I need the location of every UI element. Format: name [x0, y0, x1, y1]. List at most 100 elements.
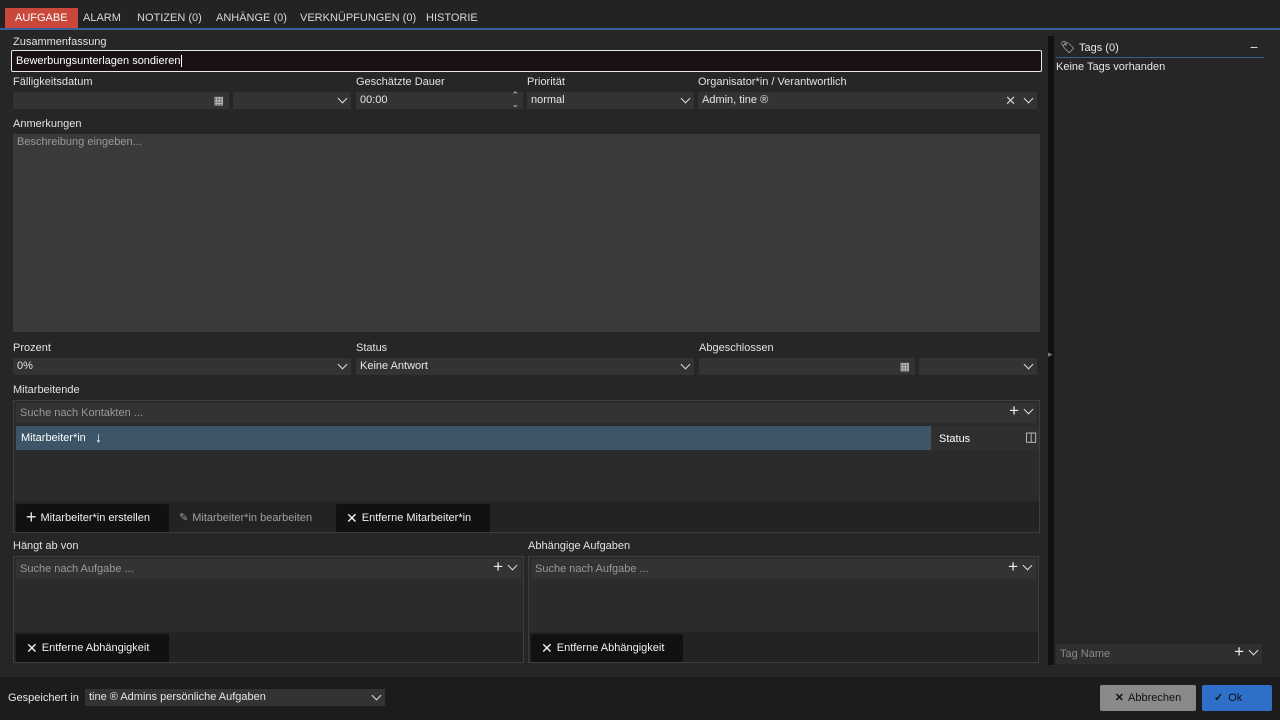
completed-time-select[interactable] [919, 358, 1037, 375]
column-header-name[interactable]: Mitarbeiter*in ↓ [16, 426, 931, 450]
close-icon: ✕ [541, 640, 553, 657]
chevron-down-icon[interactable] [1023, 404, 1034, 415]
priority-value: normal [531, 94, 565, 106]
edit-staff-label: Mitarbeiter*in bearbeiten [192, 512, 313, 524]
chevron-down-icon[interactable] [1023, 93, 1034, 104]
due-time-select[interactable] [233, 92, 351, 109]
due-date-label: Fälligkeitsdatum [13, 76, 93, 88]
saved-in-label: Gespeichert in [8, 692, 79, 704]
dependents-search-input[interactable]: Suche nach Aufgabe ... + [531, 557, 1036, 579]
status-label: Status [356, 342, 388, 354]
tab-aufgabe[interactable]: AUFGABE [5, 8, 78, 28]
organizer-value: Admin, tine ® [702, 94, 769, 106]
notes-textarea[interactable]: Beschreibung eingeben... [13, 134, 1040, 332]
cancel-label: Abbrechen [1128, 692, 1182, 704]
calendar-icon[interactable]: ▦ [900, 360, 910, 375]
remove-dependent-button[interactable]: ✕ Entferne Abhängigkeit [531, 634, 683, 662]
column-header-status[interactable]: Status [933, 426, 1021, 450]
notes-placeholder: Beschreibung eingeben... [17, 136, 142, 148]
remove-dependency-button[interactable]: ✕ Entferne Abhängigkeit [16, 634, 169, 662]
due-date-input[interactable]: ▦ [13, 92, 229, 109]
priority-select[interactable]: normal [527, 92, 694, 109]
dependents-label: Abhängige Aufgaben [528, 540, 631, 552]
percent-select[interactable]: 0% [13, 358, 351, 375]
footer-bar: Gespeichert in tine ® Admins persönliche… [0, 677, 1280, 720]
organizer-select[interactable]: Admin, tine ® ✕ [698, 92, 1037, 109]
add-icon[interactable]: + [1008, 557, 1018, 577]
depends-label: Hängt ab von [13, 540, 79, 552]
column-status-label: Status [939, 433, 971, 445]
summary-input[interactable]: Bewerbungsunterlagen sondieren [11, 50, 1042, 72]
dependents-search-placeholder: Suche nach Aufgabe ... [535, 563, 649, 575]
sort-down-icon[interactable]: ↓ [95, 429, 102, 445]
staff-search-input[interactable]: Suche nach Kontakten ... + [16, 401, 1037, 423]
chevron-down-icon [337, 359, 348, 370]
edit-icon: ✎ [179, 512, 189, 524]
spinner-icon[interactable]: ⌃ ⌄ [511, 91, 519, 109]
percent-value: 0% [17, 360, 33, 372]
create-staff-label: Mitarbeiter*in erstellen [40, 512, 150, 524]
panel-splitter[interactable]: ▸ [1048, 36, 1054, 665]
tab-anhaenge[interactable]: ANHÄNGE (0) [206, 8, 297, 28]
tag-icon: 🏷 [1060, 40, 1076, 54]
tab-verknuepfungen[interactable]: VERKNÜPFUNGEN (0) [290, 8, 426, 28]
priority-label: Priorität [527, 76, 565, 88]
tab-notizen[interactable]: NOTIZEN (0) [127, 8, 212, 28]
add-icon[interactable]: + [1234, 642, 1244, 662]
tag-name-input[interactable]: Tag Name + [1056, 642, 1262, 664]
tags-title: Tags (0) [1079, 42, 1119, 54]
ok-button[interactable]: ✓ Ok [1202, 685, 1272, 711]
create-staff-button[interactable]: + Mitarbeiter*in erstellen [16, 504, 169, 532]
tags-panel: 🏷 Tags (0) − Keine Tags vorhanden Tag Na… [1056, 36, 1266, 665]
duration-value: 00:00 [360, 94, 388, 106]
remove-staff-label: Entferne Mitarbeiter*in [361, 512, 472, 524]
chevron-down-icon[interactable] [507, 560, 518, 571]
add-icon[interactable]: + [493, 557, 503, 577]
tab-historie[interactable]: HISTORIE [416, 8, 488, 28]
close-icon: ✕ [26, 640, 38, 657]
organizer-label: Organisator*in / Verantwortlich [698, 76, 847, 88]
chevron-down-icon[interactable] [1022, 560, 1033, 571]
add-icon[interactable]: + [1009, 401, 1019, 421]
calendar-icon[interactable]: ▦ [214, 94, 224, 109]
duration-label: Geschätzte Dauer [356, 76, 445, 88]
staff-label: Mitarbeitende [13, 384, 80, 396]
summary-label: Zusammenfassung [13, 36, 107, 48]
status-select[interactable]: Keine Antwort [356, 358, 694, 375]
depends-search-input[interactable]: Suche nach Aufgabe ... + [16, 557, 521, 579]
collapse-arrow-icon[interactable]: ▸ [1048, 349, 1053, 360]
chevron-down-icon [371, 690, 382, 701]
completed-label: Abgeschlossen [699, 342, 774, 354]
close-icon: ✕ [346, 510, 358, 527]
depends-search-placeholder: Suche nach Aufgabe ... [20, 563, 134, 575]
tab-alarm[interactable]: ALARM [73, 8, 131, 28]
percent-label: Prozent [13, 342, 51, 354]
saved-in-value: tine ® Admins persönliche Aufgaben [89, 691, 266, 703]
cancel-button[interactable]: ✕ Abbrechen [1100, 685, 1196, 711]
remove-staff-button[interactable]: ✕ Entferne Mitarbeiter*in [336, 504, 490, 532]
staff-search-placeholder: Suche nach Kontakten ... [20, 407, 143, 419]
plus-icon: + [26, 507, 37, 528]
chevron-down-icon [1023, 359, 1034, 370]
chevron-down-icon [337, 93, 348, 104]
tab-bar: AUFGABE ALARM NOTIZEN (0) ANHÄNGE (0) VE… [0, 0, 1280, 30]
clear-icon[interactable]: ✕ [1005, 93, 1016, 108]
tags-empty-text: Keine Tags vorhanden [1056, 61, 1166, 73]
collapse-icon[interactable]: − [1250, 39, 1258, 55]
saved-in-select[interactable]: tine ® Admins persönliche Aufgaben [85, 689, 385, 706]
chevron-down-icon[interactable] [1248, 645, 1259, 656]
column-name-label: Mitarbeiter*in [21, 432, 86, 444]
completed-date-input[interactable]: ▦ [699, 358, 915, 375]
summary-value: Bewerbungsunterlagen sondieren [16, 55, 181, 67]
status-value: Keine Antwort [360, 360, 428, 372]
columns-icon[interactable]: ◫ [1025, 429, 1037, 445]
duration-input[interactable]: 00:00 ⌃ ⌄ [356, 91, 523, 109]
chevron-down-icon [680, 93, 691, 104]
close-icon: ✕ [1114, 692, 1124, 704]
remove-dependent-label: Entferne Abhängigkeit [556, 642, 665, 654]
edit-staff-button[interactable]: ✎ Mitarbeiter*in bearbeiten [171, 504, 320, 532]
tag-name-placeholder: Tag Name [1060, 648, 1111, 660]
ok-label: Ok [1228, 692, 1243, 704]
notes-label: Anmerkungen [13, 118, 82, 130]
tags-header: 🏷 Tags (0) − [1056, 38, 1264, 58]
